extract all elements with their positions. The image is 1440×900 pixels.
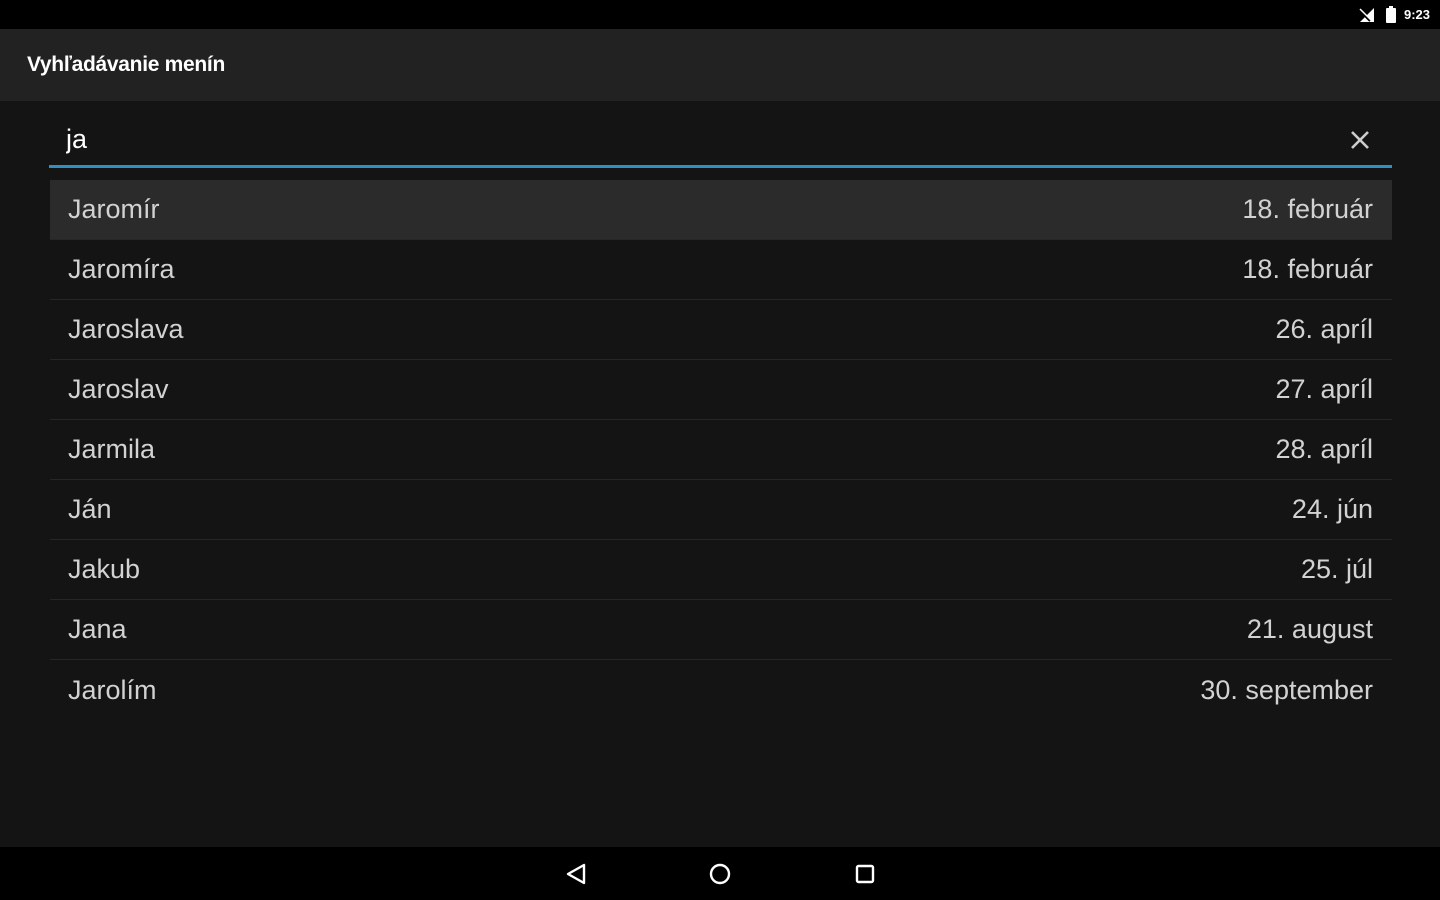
date-label: 18. február	[1242, 194, 1373, 224]
date-label: 26. apríl	[1275, 314, 1373, 344]
search-underline	[49, 165, 1392, 168]
list-item[interactable]: Jana 21. august	[50, 600, 1392, 660]
date-label: 25. júl	[1300, 554, 1373, 584]
name-label: Jarolím	[68, 674, 157, 705]
name-label: Jakub	[68, 554, 141, 584]
name-label: Ján	[68, 494, 112, 524]
app-bar: Vyhľadávanie menín	[0, 29, 1440, 101]
signal-icon	[1358, 7, 1378, 23]
list-item[interactable]: Jaromíra 18. február	[50, 240, 1392, 300]
date-label: 30. september	[1200, 674, 1373, 705]
list-item[interactable]: Ján 24. jún	[50, 480, 1392, 540]
app-title: Vyhľadávanie menín	[27, 53, 225, 76]
result-list: Jaromír 18. február Jaromíra 18. február…	[50, 180, 1392, 720]
list-item[interactable]: Jarmila 28. apríl	[50, 420, 1392, 480]
list-item[interactable]: Jaroslav 27. apríl	[50, 360, 1392, 420]
list-item[interactable]: Jaromír 18. február	[50, 180, 1392, 240]
status-icons: 9:23	[1358, 4, 1430, 25]
home-icon[interactable]	[706, 860, 734, 888]
name-label: Jaroslava	[68, 314, 184, 344]
name-label: Jaromíra	[68, 254, 175, 284]
screen: 9:23 Vyhľadávanie menín Jaromír 18. febr…	[0, 0, 1440, 900]
name-label: Jarmila	[68, 434, 156, 464]
name-label: Jana	[68, 614, 127, 644]
navigation-bar	[0, 847, 1440, 900]
close-icon[interactable]	[1348, 128, 1372, 152]
recents-icon[interactable]	[851, 860, 879, 888]
status-bar: 9:23	[0, 0, 1440, 29]
date-label: 18. február	[1242, 254, 1373, 284]
back-icon[interactable]	[563, 860, 591, 888]
search-input[interactable]	[49, 114, 1329, 164]
search-field	[49, 114, 1392, 170]
date-label: 27. apríl	[1275, 374, 1373, 404]
status-time: 9:23	[1403, 7, 1430, 22]
name-label: Jaroslav	[68, 374, 169, 404]
battery-icon	[1385, 6, 1396, 23]
list-item[interactable]: Jakub 25. júl	[50, 540, 1392, 600]
date-label: 21. august	[1246, 614, 1373, 644]
date-label: 24. jún	[1291, 494, 1373, 524]
list-item[interactable]: Jarolím 30. september	[50, 660, 1392, 720]
date-label: 28. apríl	[1275, 434, 1373, 464]
name-label: Jaromír	[68, 194, 160, 224]
list-item[interactable]: Jaroslava 26. apríl	[50, 300, 1392, 360]
